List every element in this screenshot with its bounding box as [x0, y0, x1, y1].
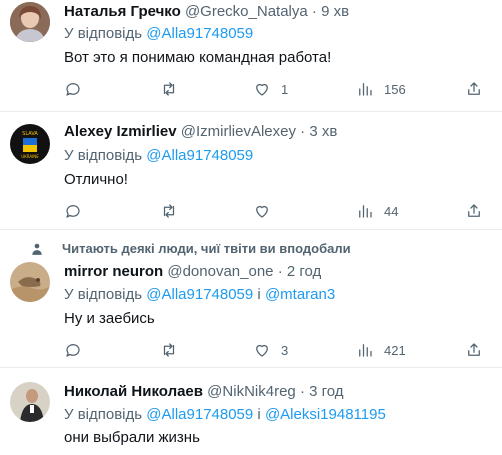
avatar-image — [10, 2, 50, 42]
mention-link[interactable]: @Alla91748059 — [146, 286, 253, 303]
svg-text:SLAVA: SLAVA — [22, 131, 38, 137]
mention-link[interactable]: @Aleksi19481195 — [265, 406, 386, 423]
reply-context: У відповідь @Alla91748059 — [64, 146, 253, 166]
retweet-icon — [163, 343, 175, 357]
views-button[interactable]: 44 — [356, 200, 398, 222]
retweet-button[interactable] — [160, 78, 178, 100]
author-handle[interactable]: @NikNik4reg — [207, 383, 296, 400]
separator-dot: · — [311, 3, 317, 20]
reply-context: У відповідь @Alla91748059 і @mtaran3 — [64, 285, 335, 305]
timestamp[interactable]: 9 хв — [321, 3, 349, 20]
timestamp[interactable]: 3 год — [309, 383, 343, 400]
views-count: 44 — [384, 203, 399, 219]
separator-dot: · — [300, 123, 306, 140]
views-count: 421 — [384, 342, 406, 358]
like-icon — [256, 83, 268, 96]
share-icon — [468, 204, 480, 217]
avatar-image: SLAVA UKRAINE — [10, 124, 50, 164]
views-button[interactable]: 156 — [356, 78, 406, 100]
timestamp[interactable]: 3 хв — [309, 123, 337, 140]
author-name[interactable]: mirror neuron — [64, 263, 163, 280]
mention-link[interactable]: @mtaran3 — [265, 286, 335, 303]
share-button[interactable] — [465, 200, 483, 222]
action-bar: 44 — [60, 200, 500, 222]
reply-context: У відповідь @Alla91748059 — [64, 24, 253, 44]
like-count: 1 — [281, 81, 289, 97]
author-name[interactable]: Наталья Гречко — [64, 3, 181, 20]
mention-link[interactable]: @Alla91748059 — [146, 147, 253, 164]
tweet[interactable]: Николай Николаев @NikNik4reg · 3 год У в… — [0, 368, 502, 455]
avatar-image — [10, 262, 50, 302]
action-bar: 1 156 — [60, 78, 500, 100]
avatar-image — [10, 382, 50, 422]
mention-link[interactable]: @Alla91748059 — [146, 25, 253, 42]
avatar[interactable] — [10, 382, 50, 422]
tweet[interactable]: mirror neuron @donovan_one · 2 год У від… — [0, 230, 502, 368]
like-button[interactable] — [253, 200, 271, 222]
reply-prefix: У відповідь — [64, 147, 143, 164]
avatar[interactable] — [10, 2, 50, 42]
reply-context: У відповідь @Alla91748059 і @Aleksi19481… — [64, 405, 386, 425]
reply-icon — [66, 344, 80, 357]
views-button[interactable]: 421 — [356, 339, 406, 361]
share-icon — [468, 82, 480, 95]
tweet-text: Ну и заебись — [64, 310, 155, 327]
tweet-text: Отлично! — [64, 171, 128, 188]
reply-icon — [66, 83, 80, 96]
reply-button[interactable] — [64, 78, 82, 100]
like-icon — [256, 344, 268, 357]
reply-prefix: У відповідь — [64, 406, 143, 423]
retweet-icon — [163, 204, 175, 218]
share-button[interactable] — [465, 339, 483, 361]
reply-joiner: і — [257, 286, 261, 303]
svg-text:UKRAINE: UKRAINE — [21, 154, 39, 159]
reply-prefix: У відповідь — [64, 25, 143, 42]
timestamp[interactable]: 2 год — [287, 263, 321, 280]
like-icon — [256, 205, 268, 218]
author-name[interactable]: Николай Николаев — [64, 383, 203, 400]
mention-link[interactable]: @Alla91748059 — [146, 406, 253, 423]
avatar[interactable] — [10, 262, 50, 302]
separator-dot: · — [277, 263, 283, 280]
tweet-header: Николай Николаев @NikNik4reg · 3 год — [64, 382, 344, 402]
reply-button[interactable] — [64, 339, 82, 361]
author-handle[interactable]: @IzmirlievAlexey — [181, 123, 296, 140]
reply-joiner: і — [257, 406, 261, 423]
retweet-icon — [163, 82, 175, 96]
tweet-text: они выбрали жизнь — [64, 429, 200, 446]
views-icon — [359, 83, 372, 96]
tweet[interactable]: SLAVA UKRAINE Alexey Izmirliev @Izmirlie… — [0, 112, 502, 230]
views-icon — [359, 344, 372, 357]
reply-button[interactable] — [64, 200, 82, 222]
separator-dot: · — [299, 383, 305, 400]
retweet-button[interactable] — [160, 200, 178, 222]
author-handle[interactable]: @Grecko_Natalya — [185, 3, 308, 20]
action-bar: 3 421 — [60, 339, 500, 361]
tweet-header: Наталья Гречко @Grecko_Natalya · 9 хв — [64, 2, 349, 22]
tweet-header: Alexey Izmirliev @IzmirlievAlexey · 3 хв — [64, 122, 337, 142]
tweet-text: Вот это я понимаю командная работа! — [64, 49, 332, 66]
author-handle[interactable]: @donovan_one — [167, 263, 273, 280]
like-count: 3 — [281, 342, 289, 358]
like-button[interactable]: 3 — [253, 339, 288, 361]
tweet[interactable]: Наталья Гречко @Grecko_Natalya · 9 хв У … — [0, 0, 502, 112]
avatar[interactable]: SLAVA UKRAINE — [10, 124, 50, 164]
like-button[interactable]: 1 — [253, 78, 288, 100]
reply-prefix: У відповідь — [64, 286, 143, 303]
author-name[interactable]: Alexey Izmirliev — [64, 123, 177, 140]
reply-icon — [66, 205, 80, 218]
share-icon — [468, 343, 480, 356]
tweet-header: mirror neuron @donovan_one · 2 год — [64, 262, 321, 282]
share-button[interactable] — [465, 78, 483, 100]
retweet-button[interactable] — [160, 339, 178, 361]
views-count: 156 — [384, 81, 406, 97]
views-icon — [359, 205, 372, 218]
